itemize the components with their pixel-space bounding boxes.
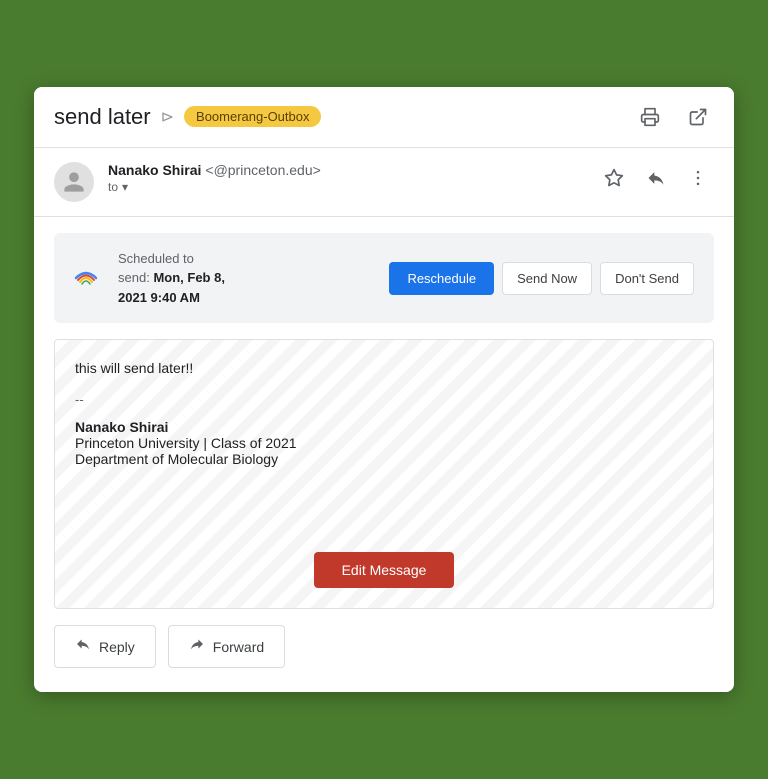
reply-arrow-icon <box>75 636 91 657</box>
reply-icon-button[interactable] <box>640 162 672 194</box>
schedule-banner: Scheduled to send: Mon, Feb 8, 2021 9:40… <box>54 233 714 324</box>
email-window: send later ⊳ Boomerang-Outbox <box>34 87 734 693</box>
sender-name-row: Nanako Shirai <@princeton.edu> <box>108 162 598 178</box>
print-button[interactable] <box>634 101 666 133</box>
boomerang-logo-icon <box>74 266 98 290</box>
outbox-badge: Boomerang-Outbox <box>184 106 321 127</box>
schedule-buttons: Reschedule Send Now Don't Send <box>389 262 694 295</box>
to-label: to <box>108 180 118 194</box>
sender-info: Nanako Shirai <@princeton.edu> to ▾ <box>108 162 598 194</box>
schedule-text: Scheduled to send: Mon, Feb 8, 2021 9:40… <box>118 249 225 308</box>
edit-btn-row: Edit Message <box>55 540 713 608</box>
sender-email: <@princeton.edu> <box>205 162 320 178</box>
signature-name: Nanako Shirai <box>75 419 693 435</box>
forward-arrow-icon <box>189 636 205 657</box>
dont-send-button[interactable]: Don't Send <box>600 262 694 295</box>
reply-label: Reply <box>99 639 135 655</box>
more-options-button[interactable] <box>682 162 714 194</box>
star-icon <box>604 168 624 188</box>
forward-btn-icon <box>189 636 205 652</box>
reply-btn-icon <box>75 636 91 652</box>
message-text: this will send later!! <box>75 360 693 376</box>
to-chevron-icon[interactable]: ▾ <box>122 180 128 194</box>
action-row: Reply Forward <box>34 625 734 692</box>
signature-line-1: Princeton University | Class of 2021 <box>75 435 693 451</box>
arrow-icon: ⊳ <box>161 107 174 127</box>
reply-icon <box>646 168 666 188</box>
message-content: this will send later!! -- Nanako Shirai … <box>55 340 713 540</box>
schedule-time: 2021 9:40 AM <box>118 290 200 305</box>
forward-label: Forward <box>213 639 264 655</box>
avatar <box>54 162 94 202</box>
print-icon <box>640 107 660 127</box>
sender-name: Nanako Shirai <box>108 162 201 178</box>
message-body: this will send later!! -- Nanako Shirai … <box>54 339 714 609</box>
header-icons <box>634 101 714 133</box>
avatar-icon <box>62 170 86 194</box>
reply-button[interactable]: Reply <box>54 625 156 668</box>
reschedule-button[interactable]: Reschedule <box>389 262 494 295</box>
more-icon <box>688 168 708 188</box>
message-separator: -- <box>75 392 693 407</box>
page-title: send later <box>54 104 151 130</box>
to-row: to ▾ <box>108 180 598 194</box>
sender-row: Nanako Shirai <@princeton.edu> to ▾ <box>34 148 734 217</box>
forward-button[interactable]: Forward <box>168 625 285 668</box>
signature-line-2: Department of Molecular Biology <box>75 451 693 467</box>
star-button[interactable] <box>598 162 630 194</box>
send-now-button[interactable]: Send Now <box>502 262 592 295</box>
sender-actions <box>598 162 714 194</box>
edit-message-button[interactable]: Edit Message <box>314 552 455 588</box>
header: send later ⊳ Boomerang-Outbox <box>34 87 734 148</box>
external-link-button[interactable] <box>682 101 714 133</box>
schedule-date: Mon, Feb 8, <box>153 270 225 285</box>
external-link-icon <box>688 107 708 127</box>
